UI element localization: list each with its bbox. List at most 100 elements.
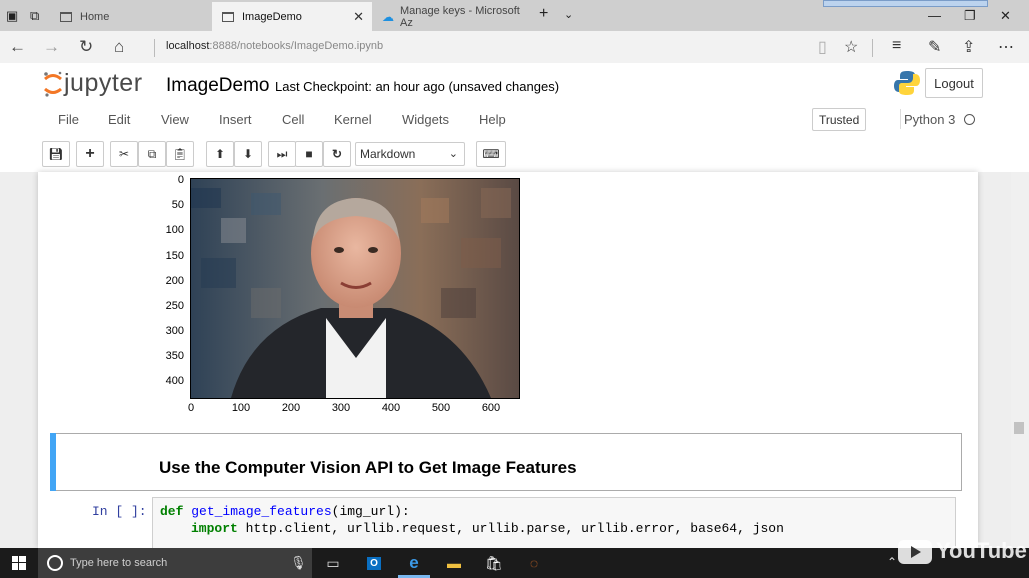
run-button[interactable]: ⏭︎: [268, 141, 296, 167]
web-note-icon[interactable]: ✎: [928, 37, 941, 57]
code-function-name: get_image_features: [191, 504, 332, 519]
set-aside-tabs-icon[interactable]: ⧉: [30, 8, 39, 24]
page-icon: [60, 11, 72, 22]
notebook-menubar: File Edit View Insert Cell Kernel Widget…: [42, 105, 988, 134]
browser-tab-bar: ▣ ⧉ Home ImageDemo ✕ ☁ Manage keys - Mic…: [0, 0, 1029, 31]
tray-chevron-up-icon[interactable]: ⌃: [887, 555, 897, 569]
cell-type-select[interactable]: Markdown ⌄: [355, 142, 465, 166]
back-icon[interactable]: ←: [9, 37, 26, 57]
url-path: :8888/notebooks/ImageDemo.ipynb: [209, 40, 384, 52]
tab-manage-keys[interactable]: ☁ Manage keys - Microsoft Az: [372, 2, 532, 31]
menu-kernel[interactable]: Kernel: [334, 112, 372, 127]
page-icon: [222, 11, 234, 22]
new-tab-icon[interactable]: +: [539, 5, 548, 23]
code-line: def get_image_features(img_url):: [160, 504, 410, 519]
youtube-wordmark: YouTube: [936, 538, 1027, 563]
tab-preview-icon[interactable]: ▣: [6, 8, 18, 24]
paste-button[interactable]: 📋︎: [166, 141, 194, 167]
x-tick-label: 400: [381, 402, 401, 414]
forward-icon[interactable]: →: [43, 37, 60, 57]
minimize-icon[interactable]: —: [928, 8, 941, 23]
plus-icon: +: [85, 145, 95, 162]
home-icon[interactable]: ⌂: [114, 37, 124, 57]
step-forward-icon: ⏭︎: [276, 146, 288, 161]
trusted-button[interactable]: Trusted: [812, 108, 867, 131]
cortana-icon: [47, 555, 63, 571]
x-tick-label: 600: [481, 402, 501, 414]
python-logo-icon: [894, 71, 920, 95]
code-keyword: def: [160, 504, 184, 519]
y-tick-label: 300: [165, 325, 184, 337]
insert-cell-button[interactable]: +: [76, 141, 104, 167]
tab-list-chevron-icon[interactable]: ⌄: [564, 8, 573, 21]
paste-icon: 📋︎: [172, 147, 188, 161]
notebook-scroll-area[interactable]: 0 50 100 150 200 250 300 350 400 0 100 2…: [0, 172, 1029, 557]
file-explorer-icon[interactable]: ▬: [444, 554, 464, 572]
chevron-down-icon: ⌄: [448, 148, 458, 160]
move-down-button[interactable]: ⬇︎: [234, 141, 262, 167]
divider: [872, 39, 873, 57]
page-scrollbar[interactable]: [1011, 172, 1029, 548]
code-line: import http.client, urllib.request, urll…: [191, 521, 784, 536]
selected-cell-indicator: [50, 433, 56, 491]
save-button[interactable]: 💾︎: [42, 141, 70, 167]
favorite-star-icon[interactable]: ☆: [844, 37, 858, 57]
interrupt-button[interactable]: ■: [295, 141, 323, 167]
jupyter-logo[interactable]: jupyter: [42, 69, 143, 98]
x-tick-label: 0: [187, 402, 195, 414]
y-tick-label: 250: [165, 300, 184, 312]
close-window-icon[interactable]: ✕: [1000, 8, 1011, 24]
youtube-watermark: YouTube: [898, 538, 1027, 570]
menu-edit[interactable]: Edit: [108, 112, 130, 127]
divider: [154, 39, 155, 57]
code-text: http.client, urllib.request, urllib.pars…: [237, 521, 784, 536]
markdown-cell[interactable]: Use the Computer Vision API to Get Image…: [50, 433, 962, 491]
command-palette-button[interactable]: ⌨: [476, 141, 506, 167]
arrow-up-icon: ⬆︎: [214, 147, 226, 161]
menu-insert[interactable]: Insert: [219, 112, 252, 127]
logout-button[interactable]: Logout: [925, 68, 983, 98]
scissors-icon: ✂: [118, 147, 130, 161]
taskbar-search-box[interactable]: Type here to search 🎙︎: [38, 548, 312, 578]
move-up-button[interactable]: ⬆︎: [206, 141, 234, 167]
tab-imagedemo[interactable]: ImageDemo ✕: [212, 2, 372, 31]
share-icon[interactable]: ⇪: [962, 37, 975, 57]
x-tick-label: 300: [331, 402, 351, 414]
store-icon[interactable]: 🛍︎: [484, 554, 504, 572]
more-icon[interactable]: ⋯: [998, 37, 1014, 57]
cut-button[interactable]: ✂: [110, 141, 138, 167]
microphone-icon[interactable]: 🎙︎: [290, 555, 307, 571]
reading-view-icon[interactable]: ▯: [818, 37, 827, 57]
menu-cell[interactable]: Cell: [282, 112, 304, 127]
refresh-icon[interactable]: ↻: [79, 37, 93, 57]
menu-file[interactable]: File: [58, 112, 79, 127]
menu-view[interactable]: View: [161, 112, 189, 127]
restart-button[interactable]: ↻: [323, 141, 351, 167]
code-keyword: import: [191, 521, 238, 536]
cell-type-value: Markdown: [360, 147, 416, 161]
overlay-window-strip: [823, 0, 988, 7]
code-text: (img_url):: [331, 504, 410, 519]
menu-widgets[interactable]: Widgets: [402, 112, 449, 127]
tab-label: ImageDemo: [242, 10, 302, 23]
arrow-down-icon: ⬇︎: [242, 147, 254, 161]
task-view-icon[interactable]: ▭: [323, 554, 343, 572]
y-tick-label: 150: [165, 250, 184, 262]
scrollbar-thumb[interactable]: [1014, 422, 1024, 434]
y-tick-label: 400: [165, 375, 184, 387]
notebook-name[interactable]: ImageDemo: [166, 75, 270, 97]
outlook-icon[interactable]: O: [364, 554, 384, 572]
copy-button[interactable]: ⧉: [138, 141, 166, 167]
checkpoint-status: Last Checkpoint: an hour ago (unsaved ch…: [275, 79, 560, 94]
jupyter-taskbar-icon[interactable]: ◌: [524, 554, 544, 572]
tab-home[interactable]: Home: [50, 2, 210, 31]
jupyter-header: jupyter ImageDemo Last Checkpoint: an ho…: [0, 63, 1029, 107]
menu-help[interactable]: Help: [479, 112, 506, 127]
restore-icon[interactable]: ❐: [964, 8, 976, 24]
url-field[interactable]: localhost:8888/notebooks/ImageDemo.ipynb: [166, 40, 383, 52]
windows-start-icon[interactable]: [12, 556, 26, 570]
close-tab-icon[interactable]: ✕: [353, 9, 364, 25]
stop-icon: ■: [305, 147, 313, 161]
hub-icon[interactable]: ≡: [892, 37, 901, 55]
edge-icon[interactable]: e: [404, 553, 424, 572]
